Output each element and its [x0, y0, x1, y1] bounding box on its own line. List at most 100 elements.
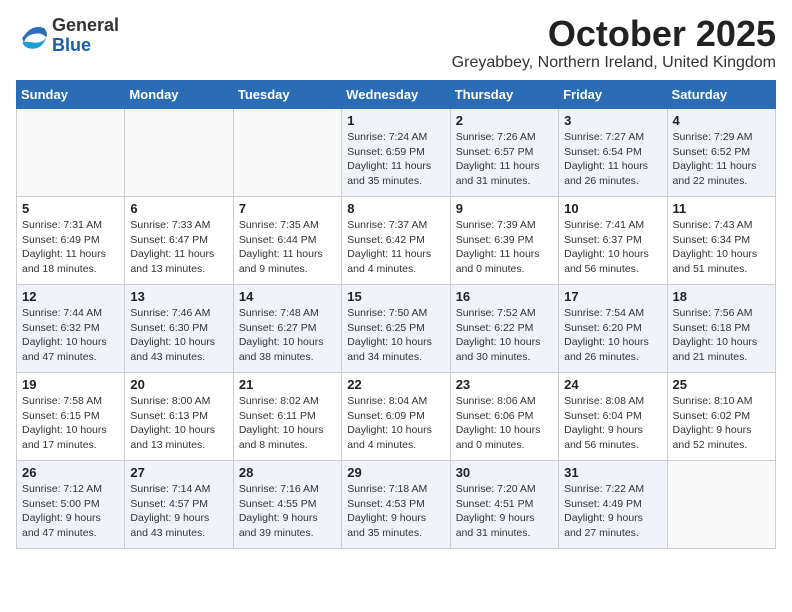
calendar-cell: 7 Sunrise: 7:35 AMSunset: 6:44 PMDaylight…: [233, 197, 341, 285]
day-info: Sunrise: 7:41 AMSunset: 6:37 PMDaylight:…: [564, 218, 661, 277]
day-info: Sunrise: 7:58 AMSunset: 6:15 PMDaylight:…: [22, 394, 119, 453]
day-number: 6: [130, 201, 227, 216]
day-info: Sunrise: 7:39 AMSunset: 6:39 PMDaylight:…: [456, 218, 553, 277]
calendar-cell: 28 Sunrise: 7:16 AMSunset: 4:55 PMDayligh…: [233, 461, 341, 549]
column-header-saturday: Saturday: [667, 81, 775, 109]
day-info: Sunrise: 7:29 AMSunset: 6:52 PMDaylight:…: [673, 130, 770, 189]
column-header-thursday: Thursday: [450, 81, 558, 109]
calendar-cell: 2 Sunrise: 7:26 AMSunset: 6:57 PMDaylight…: [450, 109, 558, 197]
day-info: Sunrise: 7:24 AMSunset: 6:59 PMDaylight:…: [347, 130, 444, 189]
day-number: 1: [347, 113, 444, 128]
day-number: 23: [456, 377, 553, 392]
day-number: 5: [22, 201, 119, 216]
logo-text: General Blue: [52, 16, 119, 56]
day-info: Sunrise: 7:50 AMSunset: 6:25 PMDaylight:…: [347, 306, 444, 365]
calendar-week-row: 5 Sunrise: 7:31 AMSunset: 6:49 PMDaylight…: [17, 197, 776, 285]
day-info: Sunrise: 8:08 AMSunset: 6:04 PMDaylight:…: [564, 394, 661, 453]
day-info: Sunrise: 8:06 AMSunset: 6:06 PMDaylight:…: [456, 394, 553, 453]
calendar-cell: [125, 109, 233, 197]
calendar-week-row: 19 Sunrise: 7:58 AMSunset: 6:15 PMDayligh…: [17, 373, 776, 461]
calendar-cell: [17, 109, 125, 197]
day-number: 9: [456, 201, 553, 216]
calendar-cell: 14Sunrise: 7:48 AMSunset: 6:27 PMDayligh…: [233, 285, 341, 373]
day-number: 7: [239, 201, 336, 216]
calendar-cell: 18Sunrise: 7:56 AMSunset: 6:18 PMDayligh…: [667, 285, 775, 373]
column-header-friday: Friday: [559, 81, 667, 109]
day-number: 28: [239, 465, 336, 480]
day-number: 22: [347, 377, 444, 392]
calendar-table: SundayMondayTuesdayWednesdayThursdayFrid…: [16, 80, 776, 549]
calendar-cell: 13 Sunrise: 7:46 AMSunset: 6:30 PMDayligh…: [125, 285, 233, 373]
calendar-cell: 17 Sunrise: 7:54 AMSunset: 6:20 PMDayligh…: [559, 285, 667, 373]
day-number: 17: [564, 289, 661, 304]
calendar-cell: 26Sunrise: 7:12 AMSunset: 5:00 PMDayligh…: [17, 461, 125, 549]
column-header-sunday: Sunday: [17, 81, 125, 109]
day-number: 2: [456, 113, 553, 128]
calendar-cell: 3 Sunrise: 7:27 AMSunset: 6:54 PMDaylight…: [559, 109, 667, 197]
calendar-cell: 6 Sunrise: 7:33 AMSunset: 6:47 PMDaylight…: [125, 197, 233, 285]
day-number: 25: [673, 377, 770, 392]
calendar-cell: 11 Sunrise: 7:43 AMSunset: 6:34 PMDayligh…: [667, 197, 775, 285]
calendar-cell: 15 Sunrise: 7:50 AMSunset: 6:25 PMDayligh…: [342, 285, 450, 373]
calendar-cell: 9 Sunrise: 7:39 AMSunset: 6:39 PMDaylight…: [450, 197, 558, 285]
day-info: Sunrise: 8:02 AMSunset: 6:11 PMDaylight:…: [239, 394, 336, 453]
day-number: 13: [130, 289, 227, 304]
calendar-cell: 27Sunrise: 7:14 AMSunset: 4:57 PMDayligh…: [125, 461, 233, 549]
day-number: 16: [456, 289, 553, 304]
day-info: Sunrise: 7:33 AMSunset: 6:47 PMDaylight:…: [130, 218, 227, 277]
calendar-cell: 25Sunrise: 8:10 AMSunset: 6:02 PMDayligh…: [667, 373, 775, 461]
day-info: Sunrise: 7:31 AMSunset: 6:49 PMDaylight:…: [22, 218, 119, 277]
calendar-cell: 21 Sunrise: 8:02 AMSunset: 6:11 PMDayligh…: [233, 373, 341, 461]
day-info: Sunrise: 7:56 AMSunset: 6:18 PMDaylight:…: [673, 306, 770, 365]
day-number: 27: [130, 465, 227, 480]
day-info: Sunrise: 7:37 AMSunset: 6:42 PMDaylight:…: [347, 218, 444, 277]
day-number: 12: [22, 289, 119, 304]
calendar-header-row: SundayMondayTuesdayWednesdayThursdayFrid…: [17, 81, 776, 109]
day-info: Sunrise: 7:18 AMSunset: 4:53 PMDaylight:…: [347, 482, 444, 541]
logo: General Blue: [16, 16, 119, 56]
calendar-cell: 16 Sunrise: 7:52 AMSunset: 6:22 PMDayligh…: [450, 285, 558, 373]
column-header-tuesday: Tuesday: [233, 81, 341, 109]
day-number: 11: [673, 201, 770, 216]
month-title: October 2025: [452, 16, 776, 52]
day-info: Sunrise: 7:35 AMSunset: 6:44 PMDaylight:…: [239, 218, 336, 277]
logo-blue: Blue: [52, 36, 119, 56]
calendar-cell: [233, 109, 341, 197]
day-info: Sunrise: 7:46 AMSunset: 6:30 PMDaylight:…: [130, 306, 227, 365]
calendar-week-row: 26Sunrise: 7:12 AMSunset: 5:00 PMDayligh…: [17, 461, 776, 549]
calendar-cell: 5 Sunrise: 7:31 AMSunset: 6:49 PMDaylight…: [17, 197, 125, 285]
day-number: 19: [22, 377, 119, 392]
day-info: Sunrise: 7:16 AMSunset: 4:55 PMDaylight:…: [239, 482, 336, 541]
day-number: 3: [564, 113, 661, 128]
location: Greyabbey, Northern Ireland, United King…: [452, 54, 776, 72]
day-info: Sunrise: 7:26 AMSunset: 6:57 PMDaylight:…: [456, 130, 553, 189]
calendar-cell: 29 Sunrise: 7:18 AMSunset: 4:53 PMDayligh…: [342, 461, 450, 549]
day-info: Sunrise: 7:54 AMSunset: 6:20 PMDaylight:…: [564, 306, 661, 365]
calendar-cell: 12Sunrise: 7:44 AMSunset: 6:32 PMDayligh…: [17, 285, 125, 373]
logo-icon: [16, 20, 48, 52]
column-header-wednesday: Wednesday: [342, 81, 450, 109]
day-number: 15: [347, 289, 444, 304]
calendar-cell: 20Sunrise: 8:00 AMSunset: 6:13 PMDayligh…: [125, 373, 233, 461]
day-number: 31: [564, 465, 661, 480]
day-number: 21: [239, 377, 336, 392]
day-number: 29: [347, 465, 444, 480]
day-info: Sunrise: 8:00 AMSunset: 6:13 PMDaylight:…: [130, 394, 227, 453]
day-info: Sunrise: 7:20 AMSunset: 4:51 PMDaylight:…: [456, 482, 553, 541]
calendar-cell: 19 Sunrise: 7:58 AMSunset: 6:15 PMDayligh…: [17, 373, 125, 461]
calendar-week-row: 1 Sunrise: 7:24 AMSunset: 6:59 PMDaylight…: [17, 109, 776, 197]
day-info: Sunrise: 7:12 AMSunset: 5:00 PMDaylight:…: [22, 482, 119, 541]
day-info: Sunrise: 7:43 AMSunset: 6:34 PMDaylight:…: [673, 218, 770, 277]
day-number: 10: [564, 201, 661, 216]
calendar-cell: 23 Sunrise: 8:06 AMSunset: 6:06 PMDayligh…: [450, 373, 558, 461]
calendar-cell: 8Sunrise: 7:37 AMSunset: 6:42 PMDaylight…: [342, 197, 450, 285]
logo-general: General: [52, 16, 119, 36]
day-info: Sunrise: 7:22 AMSunset: 4:49 PMDaylight:…: [564, 482, 661, 541]
day-number: 30: [456, 465, 553, 480]
day-info: Sunrise: 7:52 AMSunset: 6:22 PMDaylight:…: [456, 306, 553, 365]
calendar-cell: 10 Sunrise: 7:41 AMSunset: 6:37 PMDayligh…: [559, 197, 667, 285]
day-number: 14: [239, 289, 336, 304]
calendar-cell: 31 Sunrise: 7:22 AMSunset: 4:49 PMDayligh…: [559, 461, 667, 549]
day-info: Sunrise: 7:27 AMSunset: 6:54 PMDaylight:…: [564, 130, 661, 189]
day-number: 24: [564, 377, 661, 392]
